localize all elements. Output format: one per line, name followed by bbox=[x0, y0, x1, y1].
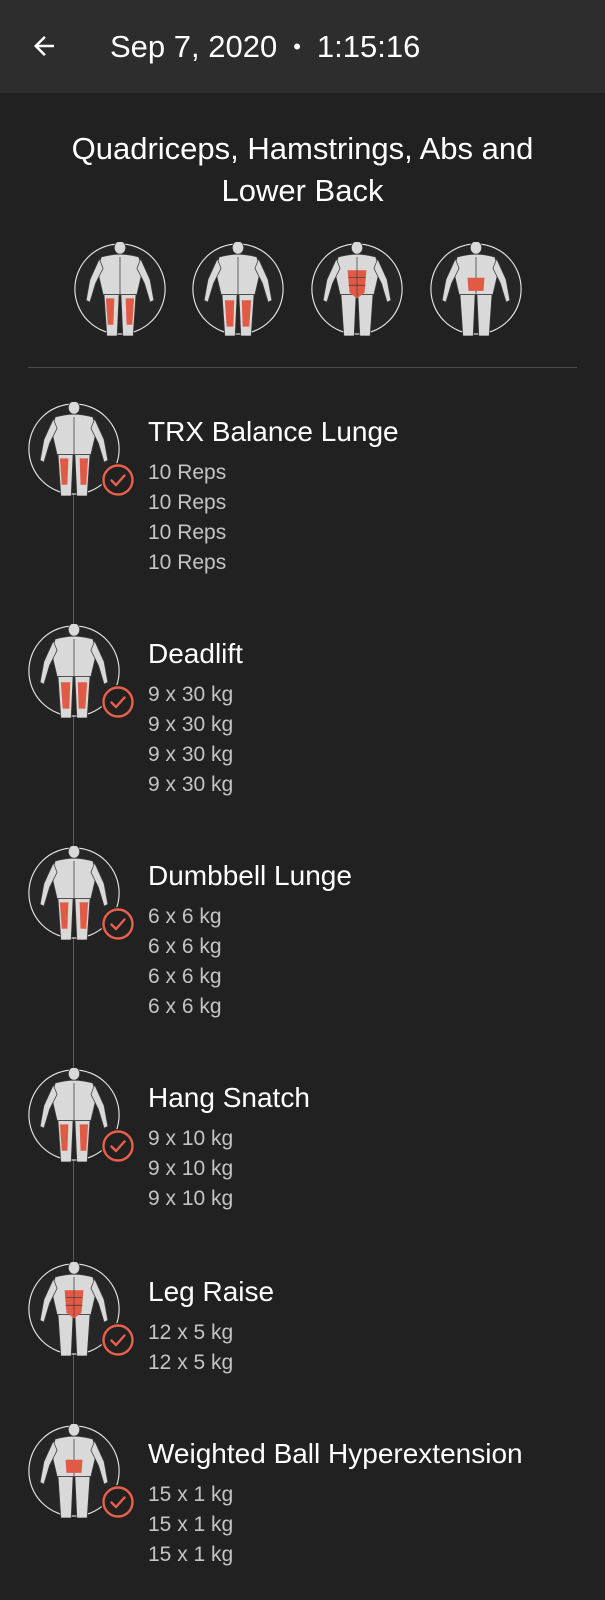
completed-check-icon bbox=[101, 1323, 135, 1357]
top-app-bar: Sep 7, 2020 • 1:15:16 bbox=[0, 0, 605, 93]
set-entry: 6 x 6 kg bbox=[148, 905, 222, 928]
completed-check-icon bbox=[101, 907, 135, 941]
exercise-sets: 12 x 5 kg 12 x 5 kg bbox=[148, 1318, 233, 1378]
exercise-name: Dumbbell Lunge bbox=[148, 860, 352, 891]
set-entry: 6 x 6 kg bbox=[148, 965, 222, 988]
set-entry: 10 Reps bbox=[148, 521, 227, 544]
completed-check-icon bbox=[101, 1129, 135, 1163]
separator-dot: • bbox=[293, 33, 301, 59]
set-entry: 9 x 30 kg bbox=[148, 713, 234, 736]
set-entry: 9 x 30 kg bbox=[148, 683, 234, 706]
workout-title: Quadriceps, Hamstrings, Abs and Lower Ba… bbox=[71, 131, 534, 208]
workout-duration: 1:15:16 bbox=[316, 28, 421, 64]
exercise-name: Hang Snatch bbox=[148, 1082, 310, 1113]
set-entry: 10 Reps bbox=[148, 491, 227, 514]
set-entry: 15 x 1 kg bbox=[148, 1543, 234, 1566]
workout-date-duration: Sep 7, 2020 • 1:15:16 bbox=[110, 0, 420, 93]
back-button[interactable] bbox=[24, 26, 64, 66]
set-entry: 10 Reps bbox=[148, 551, 227, 574]
set-entry: 15 x 1 kg bbox=[148, 1513, 234, 1536]
workout-date: Sep 7, 2020 bbox=[110, 28, 278, 64]
set-entry: 10 Reps bbox=[148, 461, 227, 484]
divider bbox=[28, 367, 577, 368]
exercise-sets: 9 x 30 kg 9 x 30 kg 9 x 30 kg 9 x 30 kg bbox=[148, 680, 233, 800]
set-entry: 6 x 6 kg bbox=[148, 935, 222, 958]
arrow-left-icon bbox=[34, 36, 54, 56]
completed-check-icon bbox=[101, 1485, 135, 1519]
set-entry: 9 x 30 kg bbox=[148, 743, 234, 766]
set-entry: 6 x 6 kg bbox=[148, 995, 222, 1018]
hamstrings-back-body-icon bbox=[191, 240, 285, 337]
completed-check-icon bbox=[101, 685, 135, 719]
exercise-sets: 9 x 10 kg 9 x 10 kg 9 x 10 kg bbox=[148, 1124, 233, 1214]
exercise-name: TRX Balance Lunge bbox=[148, 416, 399, 447]
set-entry: 9 x 10 kg bbox=[148, 1157, 234, 1180]
exercise-sets: 10 Reps 10 Reps 10 Reps 10 Reps bbox=[148, 458, 226, 578]
exercise-name: Leg Raise bbox=[148, 1276, 275, 1307]
exercise-sets: 6 x 6 kg 6 x 6 kg 6 x 6 kg 6 x 6 kg bbox=[148, 902, 222, 1022]
set-entry: 12 x 5 kg bbox=[148, 1351, 234, 1374]
set-entry: 9 x 10 kg bbox=[148, 1187, 234, 1210]
lower-back-body-icon bbox=[429, 240, 523, 337]
set-entry: 9 x 10 kg bbox=[148, 1127, 234, 1150]
abs-front-body-icon bbox=[310, 240, 404, 337]
quadriceps-front-body-icon bbox=[73, 240, 167, 337]
muscle-groups-row bbox=[0, 240, 605, 337]
set-entry: 15 x 1 kg bbox=[148, 1483, 234, 1506]
exercise-sets: 15 x 1 kg 15 x 1 kg 15 x 1 kg bbox=[148, 1480, 233, 1570]
set-entry: 9 x 30 kg bbox=[148, 773, 234, 796]
completed-check-icon bbox=[101, 463, 135, 497]
exercise-name: Deadlift bbox=[148, 638, 243, 669]
set-entry: 12 x 5 kg bbox=[148, 1321, 234, 1344]
exercise-name: Weighted Ball Hyperextension bbox=[148, 1438, 523, 1469]
